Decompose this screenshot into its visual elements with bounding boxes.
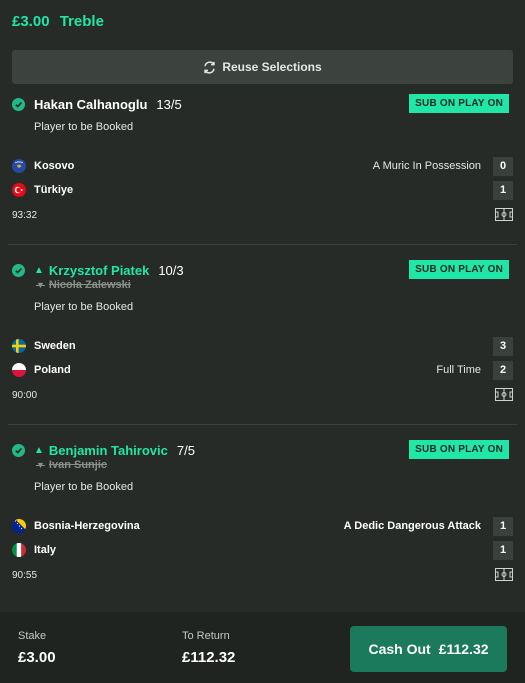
home-team-row: Bosnia-Herzegovina A Dedic Dangerous Att… xyxy=(12,516,513,536)
odds: 7/5 xyxy=(176,442,195,458)
reuse-selections-label: Reuse Selections xyxy=(222,60,322,74)
match-time: 93:32 xyxy=(12,210,38,221)
replaced-player-name: Ivan Sunjic xyxy=(48,459,107,471)
match-event-text: A Muric In Possession xyxy=(372,160,481,172)
bet-footer: Stake £3.00 To Return £112.32 Cash Out £… xyxy=(0,612,525,683)
home-team-name: Sweden xyxy=(34,340,76,352)
home-team-row: Sweden 3 xyxy=(12,336,513,356)
kosovo-flag-icon xyxy=(12,159,26,173)
away-team-row: Poland Full Time 2 xyxy=(12,360,513,380)
sub-off-arrow-icon: ▼ xyxy=(36,460,45,470)
check-icon xyxy=(12,263,25,277)
player-name: Hakan Calhanoglu xyxy=(34,96,148,112)
cash-out-button[interactable]: Cash Out £112.32 xyxy=(350,626,507,672)
sub-on-play-on-badge: SUB ON PLAY ON xyxy=(409,440,509,459)
away-team-row: Italy 1 xyxy=(12,540,513,560)
cash-out-label: Cash Out xyxy=(368,641,431,657)
away-team-row: Türkiye 1 xyxy=(12,180,513,200)
away-score: 2 xyxy=(493,360,513,380)
sub-on-play-on-badge: SUB ON PLAY ON xyxy=(409,94,509,113)
home-score: 1 xyxy=(493,516,513,536)
home-team-name: Kosovo xyxy=(34,160,75,172)
turkiye-flag-icon xyxy=(12,183,26,197)
match-time: 90:00 xyxy=(12,390,38,401)
italy-flag-icon xyxy=(12,543,26,557)
match-event-text: A Dedic Dangerous Attack xyxy=(343,520,481,532)
match-time: 90:55 xyxy=(12,570,38,581)
bet-title: £3.00 Treble xyxy=(12,13,110,30)
sub-on-arrow-icon: ▲ xyxy=(34,264,44,276)
pitch-icon[interactable] xyxy=(495,388,513,406)
stake-value: £3.00 xyxy=(18,649,56,666)
check-icon xyxy=(12,443,25,457)
bet-type: Treble xyxy=(59,13,104,30)
home-score: 3 xyxy=(493,336,513,356)
selection-header: Hakan Calhanoglu 13/5 xyxy=(12,95,182,113)
reuse-selections-button[interactable]: Reuse Selections xyxy=(12,50,513,84)
cash-out-value: £112.32 xyxy=(438,641,489,657)
replaced-player: ▼ Ivan Sunjic xyxy=(36,459,107,471)
selection-header: ▲ Benjamin Tahirovic 7/5 xyxy=(12,441,195,459)
divider xyxy=(8,424,517,425)
away-score: 1 xyxy=(493,540,513,560)
away-team-name: Italy xyxy=(34,544,57,556)
selection-header: ▲ Krzysztof Piatek 10/3 xyxy=(12,261,184,279)
bet-stake: £3.00 xyxy=(12,13,50,30)
market-label: Player to be Booked xyxy=(34,121,134,133)
away-score: 1 xyxy=(493,180,513,200)
divider xyxy=(8,244,517,245)
pitch-icon[interactable] xyxy=(495,568,513,586)
replaced-player: ▼ Nicola Zalewski xyxy=(36,279,131,291)
home-team-row: Kosovo A Muric In Possession 0 xyxy=(12,156,513,176)
odds: 10/3 xyxy=(158,262,184,278)
sub-on-arrow-icon: ▲ xyxy=(34,444,44,456)
market-label: Player to be Booked xyxy=(34,481,134,493)
refresh-icon xyxy=(203,60,216,74)
sub-on-play-on-badge: SUB ON PLAY ON xyxy=(409,260,509,279)
home-team-name: Bosnia-Herzegovina xyxy=(34,520,140,532)
pitch-icon[interactable] xyxy=(495,208,513,226)
home-score: 0 xyxy=(493,156,513,176)
away-team-name: Poland xyxy=(34,364,71,376)
to-return-value: £112.32 xyxy=(182,649,236,666)
sub-off-arrow-icon: ▼ xyxy=(36,280,45,290)
replaced-player-name: Nicola Zalewski xyxy=(48,279,131,291)
stake-label: Stake xyxy=(18,630,47,642)
player-name: Benjamin Tahirovic xyxy=(48,442,168,458)
match-event-text: Full Time xyxy=(436,364,481,376)
away-team-name: Türkiye xyxy=(34,184,74,196)
player-name: Krzysztof Piatek xyxy=(48,262,150,278)
to-return-label: To Return xyxy=(182,630,230,642)
odds: 13/5 xyxy=(156,96,182,112)
sweden-flag-icon xyxy=(12,339,26,353)
poland-flag-icon xyxy=(12,363,26,377)
market-label: Player to be Booked xyxy=(34,301,134,313)
check-icon xyxy=(12,97,25,111)
bosnia-flag-icon xyxy=(12,519,26,533)
